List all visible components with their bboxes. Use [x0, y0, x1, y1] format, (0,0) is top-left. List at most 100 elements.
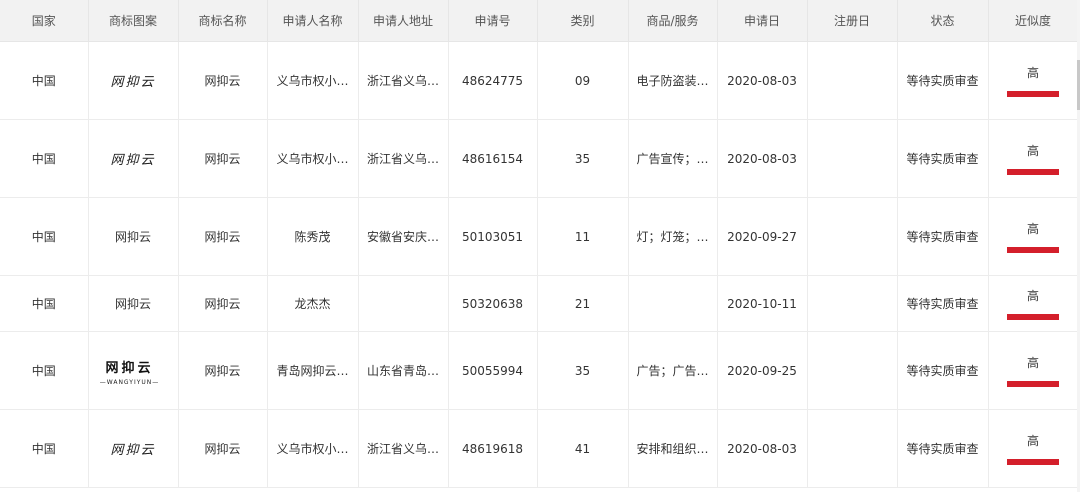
cell-address: 山东省青岛…	[358, 331, 449, 410]
trademark-logo: 网抑云	[114, 297, 151, 311]
cell-goods: 广告宣传；…	[628, 119, 718, 198]
cell-address: 浙江省义乌…	[358, 119, 449, 198]
trademark-table: 国家 商标图案 商标名称 申请人名称 申请人地址 申请号 类别 商品/服务 申请…	[0, 0, 1079, 488]
cell-logo[interactable]: 网抑云	[88, 275, 179, 332]
similarity-label: 高	[1026, 222, 1039, 236]
similarity-bar	[1007, 314, 1059, 320]
cell-app-no[interactable]: 50055994	[448, 331, 538, 410]
table-row[interactable]: 中国 网抑云 网抑云 义乌市权小… 浙江省义乌… 48616154 35 广告宣…	[0, 119, 1079, 198]
cell-status: 等待实质审查	[897, 41, 989, 120]
col-header-goods: 商品/服务	[628, 0, 718, 42]
cell-class: 41	[537, 409, 629, 488]
cell-goods	[628, 275, 718, 332]
table-row[interactable]: 中国 网抑云 网抑云 义乌市权小… 浙江省义乌… 48624775 09 电子防…	[0, 41, 1079, 120]
cell-reg-date	[807, 41, 898, 120]
cell-applicant[interactable]: 义乌市权小…	[267, 119, 359, 198]
col-header-country: 国家	[0, 0, 89, 42]
cell-class: 35	[537, 119, 629, 198]
cell-class: 21	[537, 275, 629, 332]
cell-status: 等待实质审查	[897, 331, 989, 410]
cell-country: 中国	[0, 41, 89, 120]
logo-main-text: 网抑云	[105, 361, 154, 376]
table-row[interactable]: 中国 网抑云 网抑云 龙杰杰 50320638 21 2020-10-11 等待…	[0, 275, 1079, 332]
cell-name: 网抑云	[178, 41, 268, 120]
cell-similarity: 高	[988, 275, 1079, 332]
similarity-bar	[1007, 247, 1059, 253]
cell-app-no[interactable]: 48616154	[448, 119, 538, 198]
cell-name: 网抑云	[178, 275, 268, 332]
cell-logo[interactable]: 网抑云 —WANGYIYUN—	[88, 331, 179, 410]
cell-applicant[interactable]: 陈秀茂	[267, 197, 359, 276]
cell-apply-date: 2020-09-27	[717, 197, 808, 276]
cell-apply-date: 2020-09-25	[717, 331, 808, 410]
logo-sub-text: —WANGYIYUN—	[99, 379, 160, 386]
cell-reg-date	[807, 331, 898, 410]
col-header-apply-date: 申请日	[717, 0, 808, 42]
cell-similarity: 高	[988, 119, 1079, 198]
cell-logo[interactable]: 网抑云	[88, 41, 179, 120]
cell-applicant[interactable]: 龙杰杰	[267, 275, 359, 332]
similarity-bar	[1007, 91, 1059, 97]
cell-app-no[interactable]: 48619618	[448, 409, 538, 488]
cell-goods: 安排和组织…	[628, 409, 718, 488]
cell-class: 35	[537, 331, 629, 410]
similarity-label: 高	[1026, 66, 1039, 80]
cell-address: 安徽省安庆…	[358, 197, 449, 276]
table-row[interactable]: 中国 网抑云 网抑云 义乌市权小… 浙江省义乌… 48619618 41 安排和…	[0, 409, 1079, 488]
cell-app-no[interactable]: 48624775	[448, 41, 538, 120]
trademark-logo: 网抑云	[114, 230, 151, 244]
cell-applicant[interactable]: 青岛网抑云…	[267, 331, 359, 410]
cell-name: 网抑云	[178, 119, 268, 198]
similarity-label: 高	[1026, 144, 1039, 158]
cell-app-no[interactable]: 50320638	[448, 275, 538, 332]
trademark-logo: 网抑云	[110, 75, 156, 90]
cell-name: 网抑云	[178, 331, 268, 410]
table-header-row: 国家 商标图案 商标名称 申请人名称 申请人地址 申请号 类别 商品/服务 申请…	[0, 0, 1079, 42]
cell-logo[interactable]: 网抑云	[88, 197, 179, 276]
cell-applicant[interactable]: 义乌市权小…	[267, 409, 359, 488]
col-header-status: 状态	[897, 0, 989, 42]
col-header-logo: 商标图案	[88, 0, 179, 42]
cell-address: 浙江省义乌…	[358, 41, 449, 120]
similarity-label: 高	[1026, 289, 1039, 303]
cell-class: 11	[537, 197, 629, 276]
cell-name: 网抑云	[178, 409, 268, 488]
cell-country: 中国	[0, 331, 89, 410]
cell-country: 中国	[0, 119, 89, 198]
cell-apply-date: 2020-10-11	[717, 275, 808, 332]
col-header-class: 类别	[537, 0, 629, 42]
cell-address	[358, 275, 449, 332]
cell-logo[interactable]: 网抑云	[88, 409, 179, 488]
cell-reg-date	[807, 197, 898, 276]
cell-name: 网抑云	[178, 197, 268, 276]
cell-applicant[interactable]: 义乌市权小…	[267, 41, 359, 120]
col-header-app-no: 申请号	[448, 0, 538, 42]
cell-status: 等待实质审查	[897, 275, 989, 332]
cell-similarity: 高	[988, 331, 1079, 410]
cell-logo[interactable]: 网抑云	[88, 119, 179, 198]
cell-status: 等待实质审查	[897, 119, 989, 198]
cell-goods: 灯；灯笼；…	[628, 197, 718, 276]
cell-status: 等待实质审查	[897, 409, 989, 488]
col-header-similarity: 近似度	[988, 0, 1079, 42]
similarity-bar	[1007, 169, 1059, 175]
trademark-logo: 网抑云	[110, 153, 156, 168]
similarity-label: 高	[1026, 356, 1039, 370]
cell-status: 等待实质审查	[897, 197, 989, 276]
col-header-address: 申请人地址	[358, 0, 449, 42]
similarity-label: 高	[1026, 434, 1039, 448]
cell-country: 中国	[0, 275, 89, 332]
cell-apply-date: 2020-08-03	[717, 41, 808, 120]
cell-goods: 电子防盗装…	[628, 41, 718, 120]
col-header-applicant: 申请人名称	[267, 0, 359, 42]
cell-goods: 广告；广告…	[628, 331, 718, 410]
trademark-logo: 网抑云 —WANGYIYUN—	[88, 349, 165, 392]
cell-app-no[interactable]: 50103051	[448, 197, 538, 276]
cell-apply-date: 2020-08-03	[717, 119, 808, 198]
table-row[interactable]: 中国 网抑云 —WANGYIYUN— 网抑云 青岛网抑云… 山东省青岛… 500…	[0, 331, 1079, 410]
cell-country: 中国	[0, 409, 89, 488]
col-header-name: 商标名称	[178, 0, 268, 42]
cell-reg-date	[807, 119, 898, 198]
table-row[interactable]: 中国 网抑云 网抑云 陈秀茂 安徽省安庆… 50103051 11 灯；灯笼；……	[0, 197, 1079, 276]
cell-address: 浙江省义乌…	[358, 409, 449, 488]
